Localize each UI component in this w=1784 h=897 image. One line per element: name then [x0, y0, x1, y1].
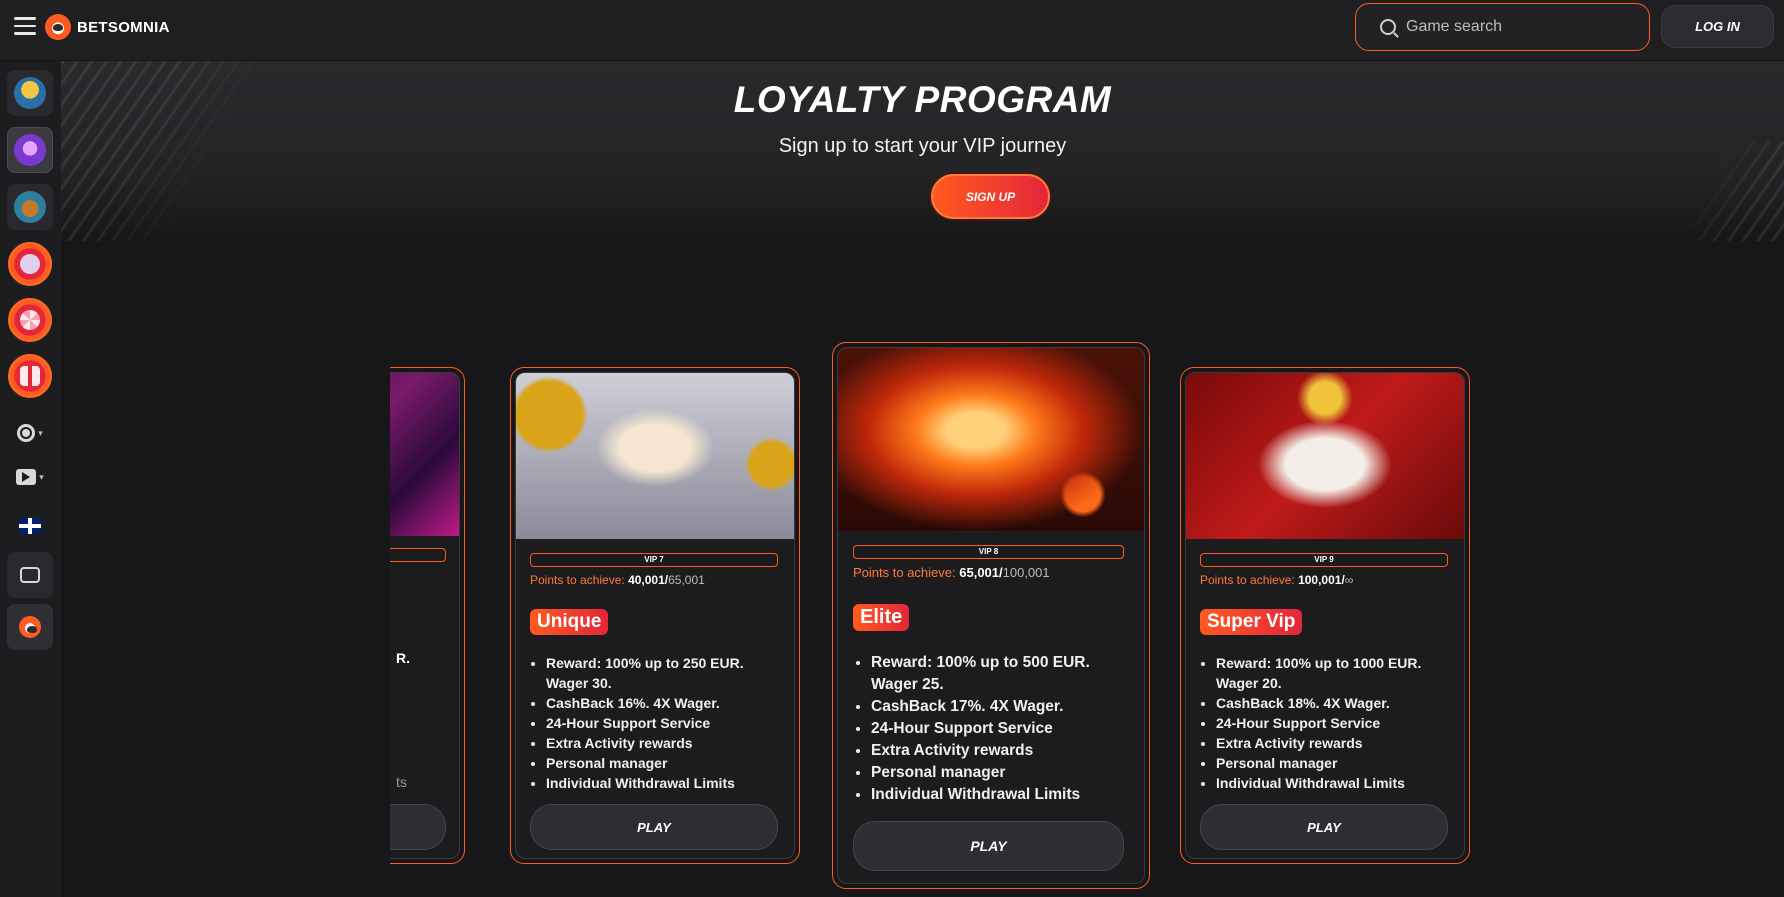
benefits-list: Reward: 100% up to 250 EUR. Wager 30. Ca…: [546, 653, 786, 793]
points-min: 100,001/: [1298, 573, 1345, 587]
benefit-item: Reward: 100% up to 1000 EUR. Wager 20.: [1216, 653, 1456, 693]
play-button[interactable]: PLAY: [530, 804, 778, 850]
sidebar-item-home[interactable]: [7, 604, 53, 650]
wheel-icon: [20, 310, 40, 330]
vip-card-image: [390, 373, 459, 536]
brand-name: BETSOMNIA: [77, 18, 170, 36]
sidebar-item-gifts[interactable]: [8, 354, 52, 398]
points-max: 100,001: [1002, 565, 1050, 580]
gift-icon: [20, 366, 40, 386]
menu-icon[interactable]: [14, 17, 36, 35]
points-label: Points to achieve:: [1200, 573, 1295, 587]
sidebar-item-poker[interactable]: [8, 242, 52, 286]
login-button[interactable]: LOG IN: [1661, 5, 1774, 48]
sidebar-item-promotions[interactable]: [7, 184, 53, 230]
play-button[interactable]: PLAY: [853, 821, 1124, 871]
points-max: ∞: [1344, 573, 1354, 587]
vip-card-7: VIP 7 Points to achieve: 40,001/65,001 U…: [510, 367, 800, 864]
tier-badge: Unique: [530, 609, 609, 635]
benefit-item: CashBack 18%. 4X Wager.: [1216, 693, 1456, 713]
points-requirement: Points to achieve: 40,001/65,001: [530, 573, 705, 587]
vip-card: R. ts: [390, 367, 465, 864]
benefit-item: Personal manager: [546, 753, 786, 773]
sidebar-item-vip[interactable]: [7, 127, 53, 173]
sidebar-item-settings[interactable]: ▾: [7, 410, 53, 456]
benefit-item: CashBack 16%. 4X Wager.: [546, 693, 786, 713]
vip-card-8: VIP 8 Points to achieve: 65,001/100,001 …: [832, 342, 1150, 889]
points-min: 40,001/: [628, 573, 669, 587]
trophy-icon: [14, 77, 46, 109]
vip-level-tag: VIP 7: [530, 553, 778, 567]
signup-button[interactable]: SIGN UP: [931, 174, 1050, 219]
search-icon: [1380, 19, 1396, 35]
benefit-item: 24-Hour Support Service: [546, 713, 786, 733]
vip-level-tag: VIP 9: [1200, 553, 1448, 567]
play-button[interactable]: [390, 804, 446, 850]
loyalty-hero: LOYALTY PROGRAM Sign up to start your VI…: [61, 61, 1784, 241]
play-button[interactable]: PLAY: [1200, 804, 1448, 850]
points-label: Points to achieve:: [853, 565, 956, 580]
sidebar-item-live[interactable]: ▾: [7, 454, 53, 500]
tier-badge: Elite: [853, 604, 910, 631]
sidebar: ▾ ▾: [0, 61, 61, 897]
settings-icon: [17, 424, 36, 442]
benefit-item: Personal manager: [871, 762, 1121, 784]
chat-icon: [20, 567, 40, 583]
points-label: Points to achieve:: [530, 573, 625, 587]
poker-icon: [20, 254, 40, 274]
benefits-list: Reward: 100% up to 1000 EUR. Wager 20. C…: [1216, 653, 1456, 793]
game-search[interactable]: [1355, 3, 1650, 51]
top-header: BETSOMNIA LOG IN: [0, 0, 1784, 61]
benefit-item: Personal manager: [1216, 753, 1456, 773]
chevron-down-icon: ▾: [38, 427, 43, 438]
benefit-item: 24-Hour Support Service: [1216, 713, 1456, 733]
sidebar-item-chat[interactable]: [7, 552, 53, 598]
sidebar-item-wheel[interactable]: [8, 298, 52, 342]
benefit-text-fragment: ts: [396, 774, 407, 790]
brand-logo[interactable]: BETSOMNIA: [45, 14, 170, 40]
chevron-down-icon: ▾: [39, 471, 44, 482]
vip-level-tag: [390, 548, 446, 562]
benefit-text-fragment: R.: [396, 650, 410, 666]
points-requirement: Points to achieve: 65,001/100,001: [853, 565, 1050, 580]
benefit-item: Individual Withdrawal Limits: [1216, 773, 1456, 793]
vip-card-9: VIP 9 Points to achieve: 100,001/∞ Super…: [1180, 367, 1470, 864]
vip-level-tag: VIP 8: [853, 545, 1124, 559]
benefit-item: Reward: 100% up to 250 EUR. Wager 30.: [546, 653, 786, 693]
brand-icon: [19, 616, 41, 638]
points-min: 65,001/: [959, 565, 1003, 580]
search-input[interactable]: [1406, 18, 1626, 36]
benefit-item: Extra Activity rewards: [546, 733, 786, 753]
owl-logo-icon: [45, 14, 71, 40]
sidebar-item-language[interactable]: [7, 503, 53, 549]
vip-card-body: VIP 8 Points to achieve: 65,001/100,001 …: [837, 347, 1145, 884]
vip-carousel[interactable]: R. ts VIP 7 Points to achieve: 40,001/65…: [390, 330, 1470, 897]
vip-card-body: VIP 7 Points to achieve: 40,001/65,001 U…: [515, 372, 795, 859]
points-max: 65,001: [668, 573, 705, 587]
uk-flag-icon: [19, 518, 41, 534]
vip-card-image: [838, 348, 1144, 531]
benefits-list: Reward: 100% up to 500 EUR. Wager 25. Ca…: [871, 652, 1121, 806]
benefit-item: Individual Withdrawal Limits: [871, 784, 1121, 806]
benefit-item: Individual Withdrawal Limits: [546, 773, 786, 793]
benefit-item: Extra Activity rewards: [871, 740, 1121, 762]
tier-badge: Super Vip: [1200, 609, 1303, 635]
gem-icon: [14, 134, 46, 166]
benefit-item: CashBack 17%. 4X Wager.: [871, 696, 1121, 718]
vip-card-image: [1186, 373, 1464, 539]
benefit-item: Extra Activity rewards: [1216, 733, 1456, 753]
page-title: LOYALTY PROGRAM: [733, 79, 1112, 120]
video-icon: [16, 469, 37, 485]
vip-card-body: VIP 9 Points to achieve: 100,001/∞ Super…: [1185, 372, 1465, 859]
points-requirement: Points to achieve: 100,001/∞: [1200, 573, 1353, 587]
vip-card-image: [516, 373, 794, 539]
hero-subtitle: Sign up to start your VIP journey: [778, 135, 1067, 157]
treasure-icon: [14, 191, 46, 223]
vip-card-body: R. ts: [390, 372, 460, 859]
benefit-item: 24-Hour Support Service: [871, 718, 1121, 740]
sidebar-item-tournaments[interactable]: [7, 70, 53, 116]
benefit-item: Reward: 100% up to 500 EUR. Wager 25.: [871, 652, 1121, 696]
